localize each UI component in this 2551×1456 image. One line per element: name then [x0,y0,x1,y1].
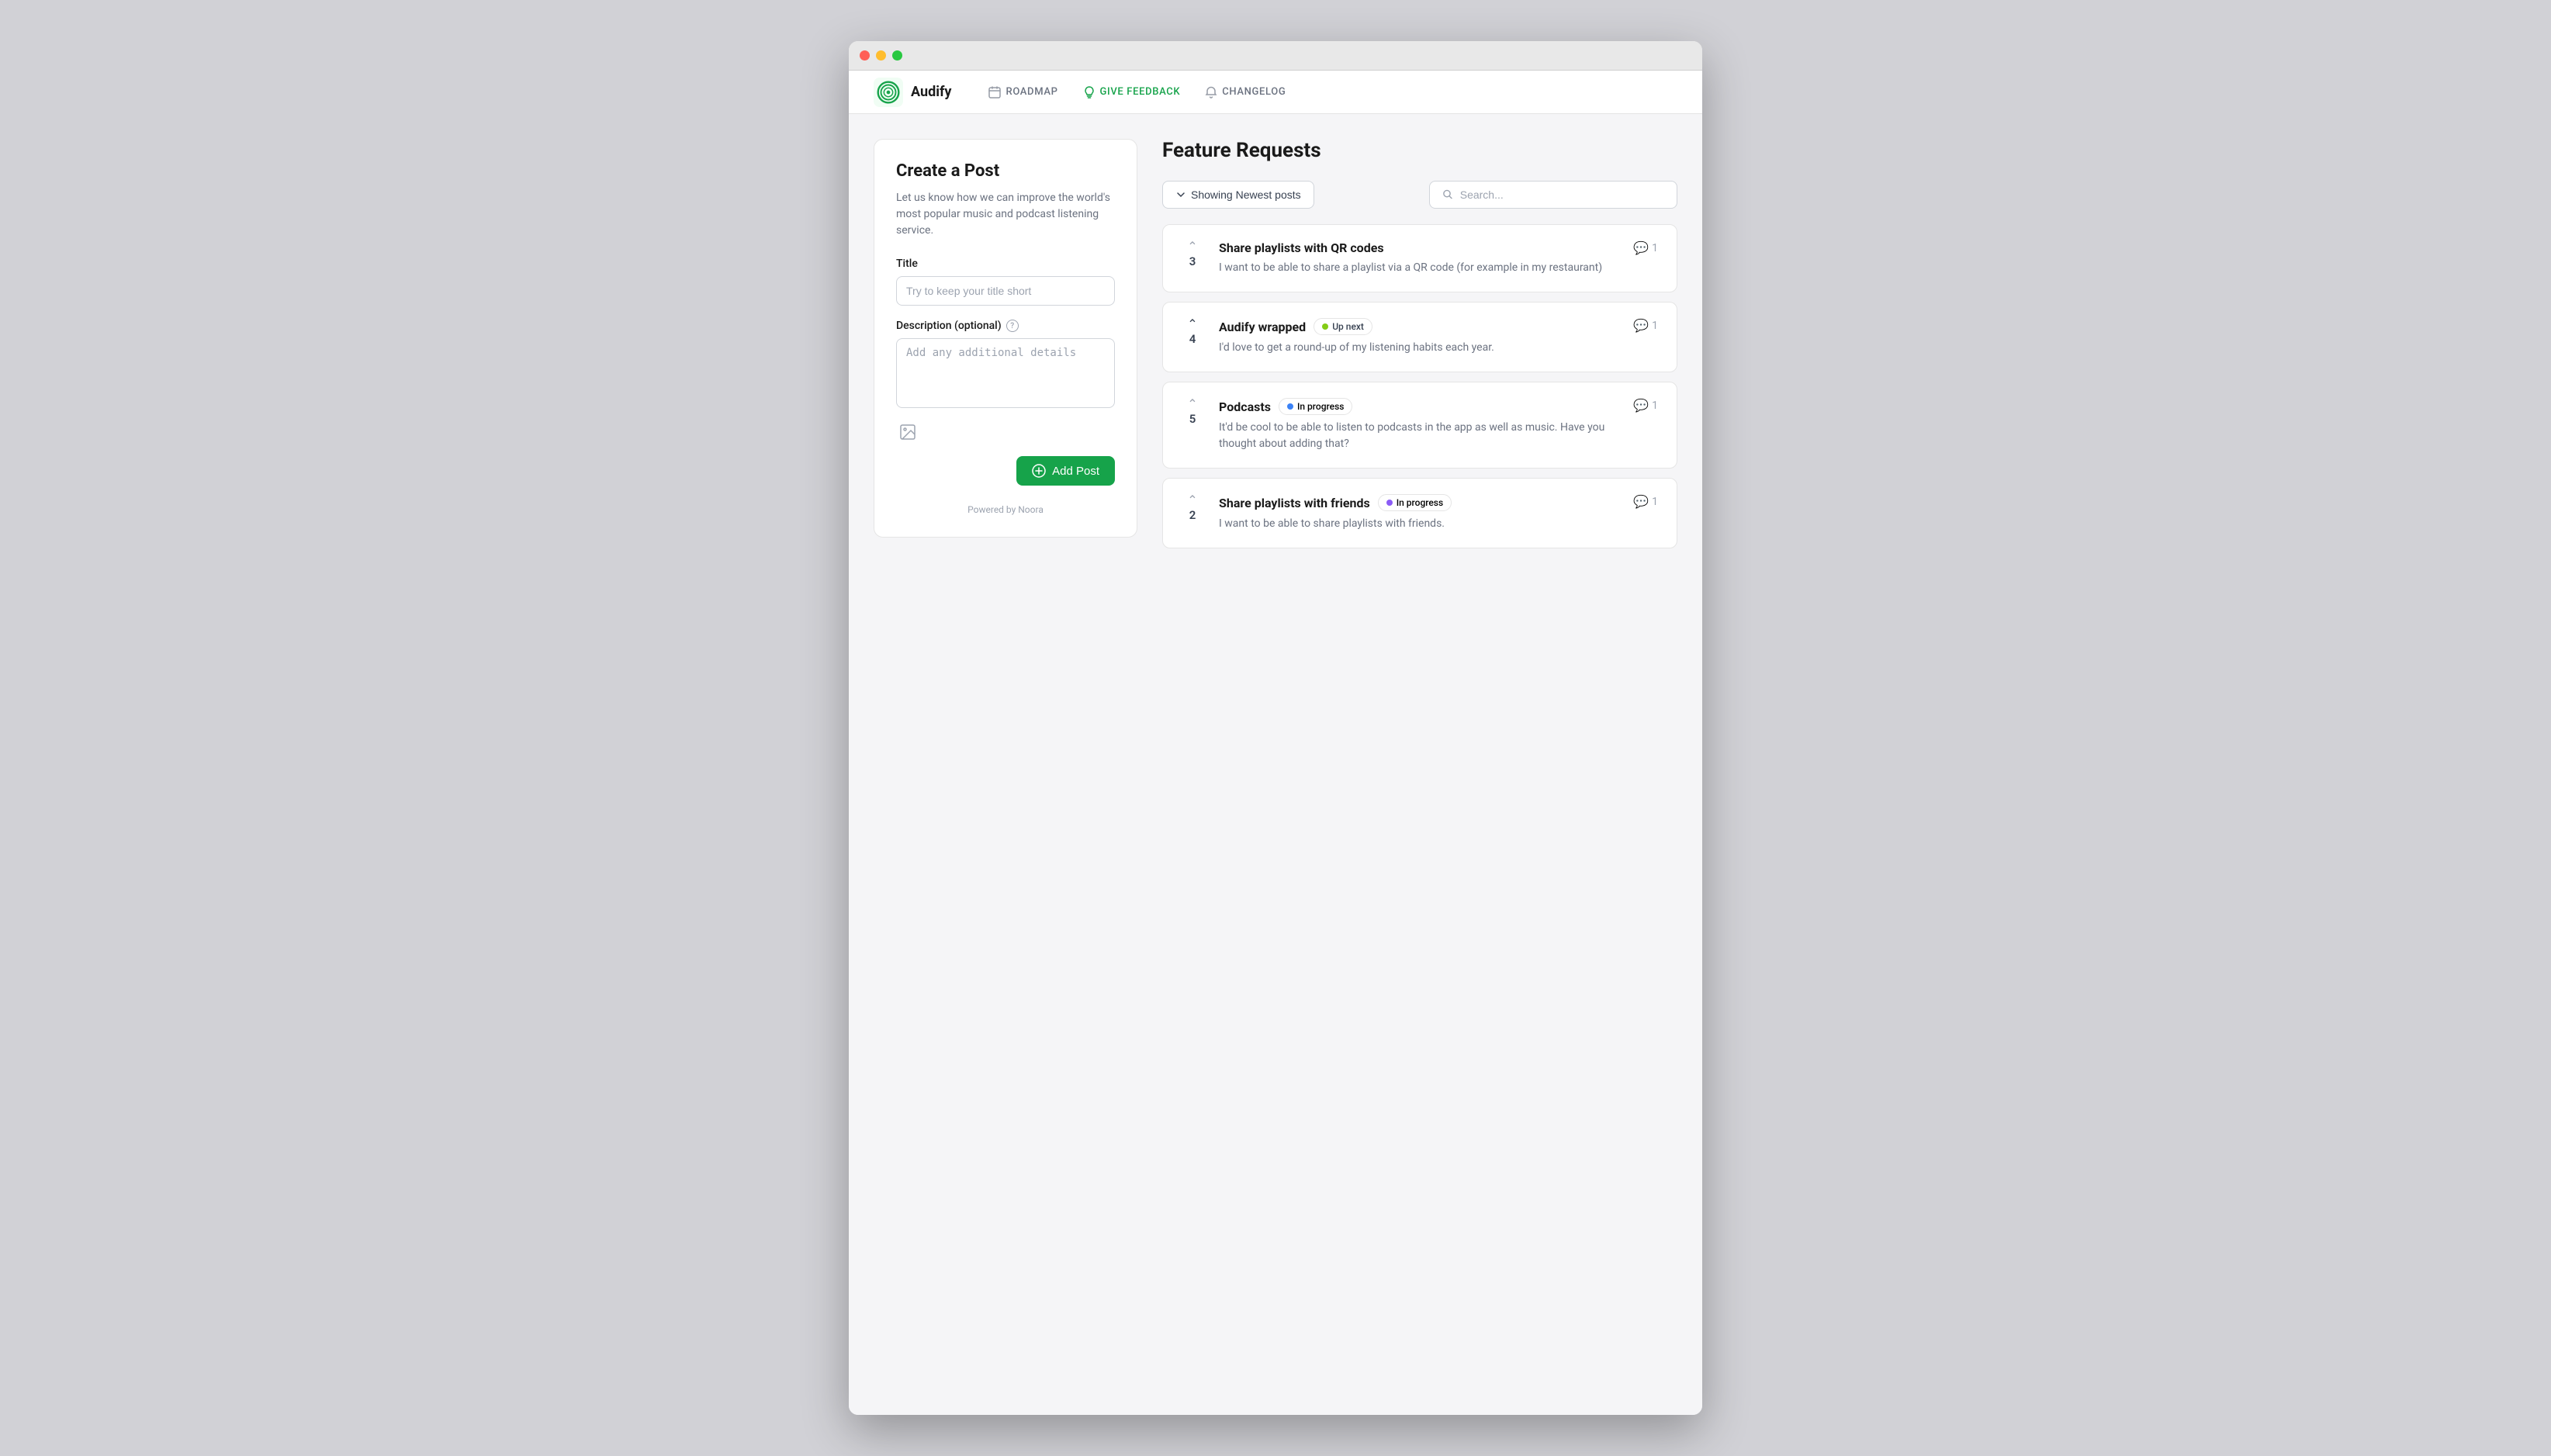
comment-icon: 💬 [1633,494,1649,509]
post-body: Share playlists with friends In progress… [1219,494,1618,532]
post-body: Share playlists with QR codes I want to … [1219,240,1618,276]
close-button[interactable] [860,50,870,61]
badge-label: Up next [1332,321,1364,332]
nav-changelog-label: CHANGELOG [1222,86,1286,98]
comment-count: 1 [1652,320,1658,332]
comment-count: 1 [1652,496,1658,508]
badge-dot [1322,323,1328,330]
comment-icon: 💬 [1633,318,1649,333]
plus-circle-icon [1032,464,1046,478]
comment-count: 1 [1652,242,1658,254]
vote-section: ⌃ 3 [1182,240,1203,268]
nav-give-feedback-label: GIVE FEEDBACK [1100,86,1181,98]
badge-label: In progress [1397,497,1443,508]
vote-count: 4 [1189,332,1196,346]
post-body: Podcasts In progress It'd be cool to be … [1219,398,1618,452]
post-title-row: Audify wrapped Up next [1219,318,1618,335]
search-input[interactable] [1460,188,1664,201]
upvote-button[interactable]: ⌃ [1187,240,1197,253]
post-meta: 💬 1 [1633,494,1658,509]
post-card: ⌃ 2 Share playlists with friends In prog… [1162,478,1677,548]
post-excerpt: I want to be able to share a playlist vi… [1219,260,1618,276]
create-post-description: Let us know how we can improve the world… [896,190,1115,239]
description-textarea[interactable] [896,338,1115,408]
comment-icon: 💬 [1633,240,1649,255]
search-icon [1442,188,1454,201]
create-post-title: Create a Post [896,161,1115,181]
post-card: ⌃ 5 Podcasts In progress It'd be cool to… [1162,382,1677,469]
title-field-label: Title [896,258,1115,270]
post-meta: 💬 1 [1633,318,1658,333]
post-title: Share playlists with friends [1219,496,1370,510]
left-panel: Create a Post Let us know how we can imp… [874,139,1137,1390]
btn-row: Add Post [896,456,1115,486]
nav-roadmap[interactable]: ROADMAP [988,86,1057,99]
vote-count: 3 [1189,254,1196,268]
right-panel: Feature Requests Showing Newest posts [1162,139,1677,1390]
post-meta: 💬 1 [1633,398,1658,413]
post-title-row: Share playlists with QR codes [1219,240,1618,255]
section-title: Feature Requests [1162,139,1677,162]
vote-section: ⌃ 4 [1182,318,1203,346]
post-title: Podcasts [1219,399,1271,414]
post-card: ⌃ 3 Share playlists with QR codes I want… [1162,224,1677,292]
filter-row: Showing Newest posts [1162,181,1677,209]
titlebar [849,41,1702,71]
post-excerpt: It'd be cool to be able to listen to pod… [1219,420,1618,452]
app-window: Audify ROADMAP GIVE FEEDBACK CHANGELOG [849,41,1702,1415]
post-title: Share playlists with QR codes [1219,240,1384,255]
post-title-row: Share playlists with friends In progress [1219,494,1618,511]
bell-icon [1205,86,1217,99]
add-post-button[interactable]: Add Post [1016,456,1115,486]
calendar-icon [988,86,1001,99]
minimize-button[interactable] [876,50,886,61]
nav-give-feedback[interactable]: GIVE FEEDBACK [1083,86,1181,99]
powered-by: Powered by Noora [896,498,1115,515]
vote-count: 2 [1189,508,1196,522]
filter-label: Showing Newest posts [1191,188,1301,201]
badge-label: In progress [1297,401,1344,412]
post-title: Audify wrapped [1219,320,1306,334]
post-meta: 💬 1 [1633,240,1658,255]
title-input[interactable] [896,276,1115,306]
vote-section: ⌃ 5 [1182,398,1203,426]
maximize-button[interactable] [892,50,902,61]
brand[interactable]: Audify [874,78,951,107]
brand-name: Audify [911,84,951,100]
chevron-down-icon [1175,189,1186,200]
main-content: Create a Post Let us know how we can imp… [849,114,1702,1415]
vote-count: 5 [1189,412,1196,426]
post-body: Audify wrapped Up next I'd love to get a… [1219,318,1618,356]
status-badge: In progress [1279,398,1352,415]
upvote-button[interactable]: ⌃ [1187,494,1197,507]
brand-logo [874,78,903,107]
image-upload-icon[interactable] [896,420,919,444]
filter-button[interactable]: Showing Newest posts [1162,181,1314,209]
badge-dot [1287,403,1293,410]
badge-dot [1386,500,1393,506]
upvote-button[interactable]: ⌃ [1187,318,1197,330]
comment-count: 1 [1652,399,1658,412]
status-badge: Up next [1314,318,1372,335]
help-icon[interactable]: ? [1006,320,1019,332]
description-field-label: Description (optional) ? [896,320,1115,332]
comment-icon: 💬 [1633,398,1649,413]
nav-changelog[interactable]: CHANGELOG [1205,86,1286,99]
post-excerpt: I'd love to get a round-up of my listeni… [1219,340,1618,356]
create-post-card: Create a Post Let us know how we can imp… [874,139,1137,538]
post-excerpt: I want to be able to share playlists wit… [1219,516,1618,532]
search-box [1429,181,1677,209]
vote-section: ⌃ 2 [1182,494,1203,522]
upvote-button[interactable]: ⌃ [1187,398,1197,410]
post-card: ⌃ 4 Audify wrapped Up next I'd love to g… [1162,302,1677,372]
post-title-row: Podcasts In progress [1219,398,1618,415]
navbar: Audify ROADMAP GIVE FEEDBACK CHANGELOG [849,71,1702,114]
bulb-icon [1083,86,1096,99]
status-badge: In progress [1378,494,1452,511]
nav-roadmap-label: ROADMAP [1006,86,1057,98]
